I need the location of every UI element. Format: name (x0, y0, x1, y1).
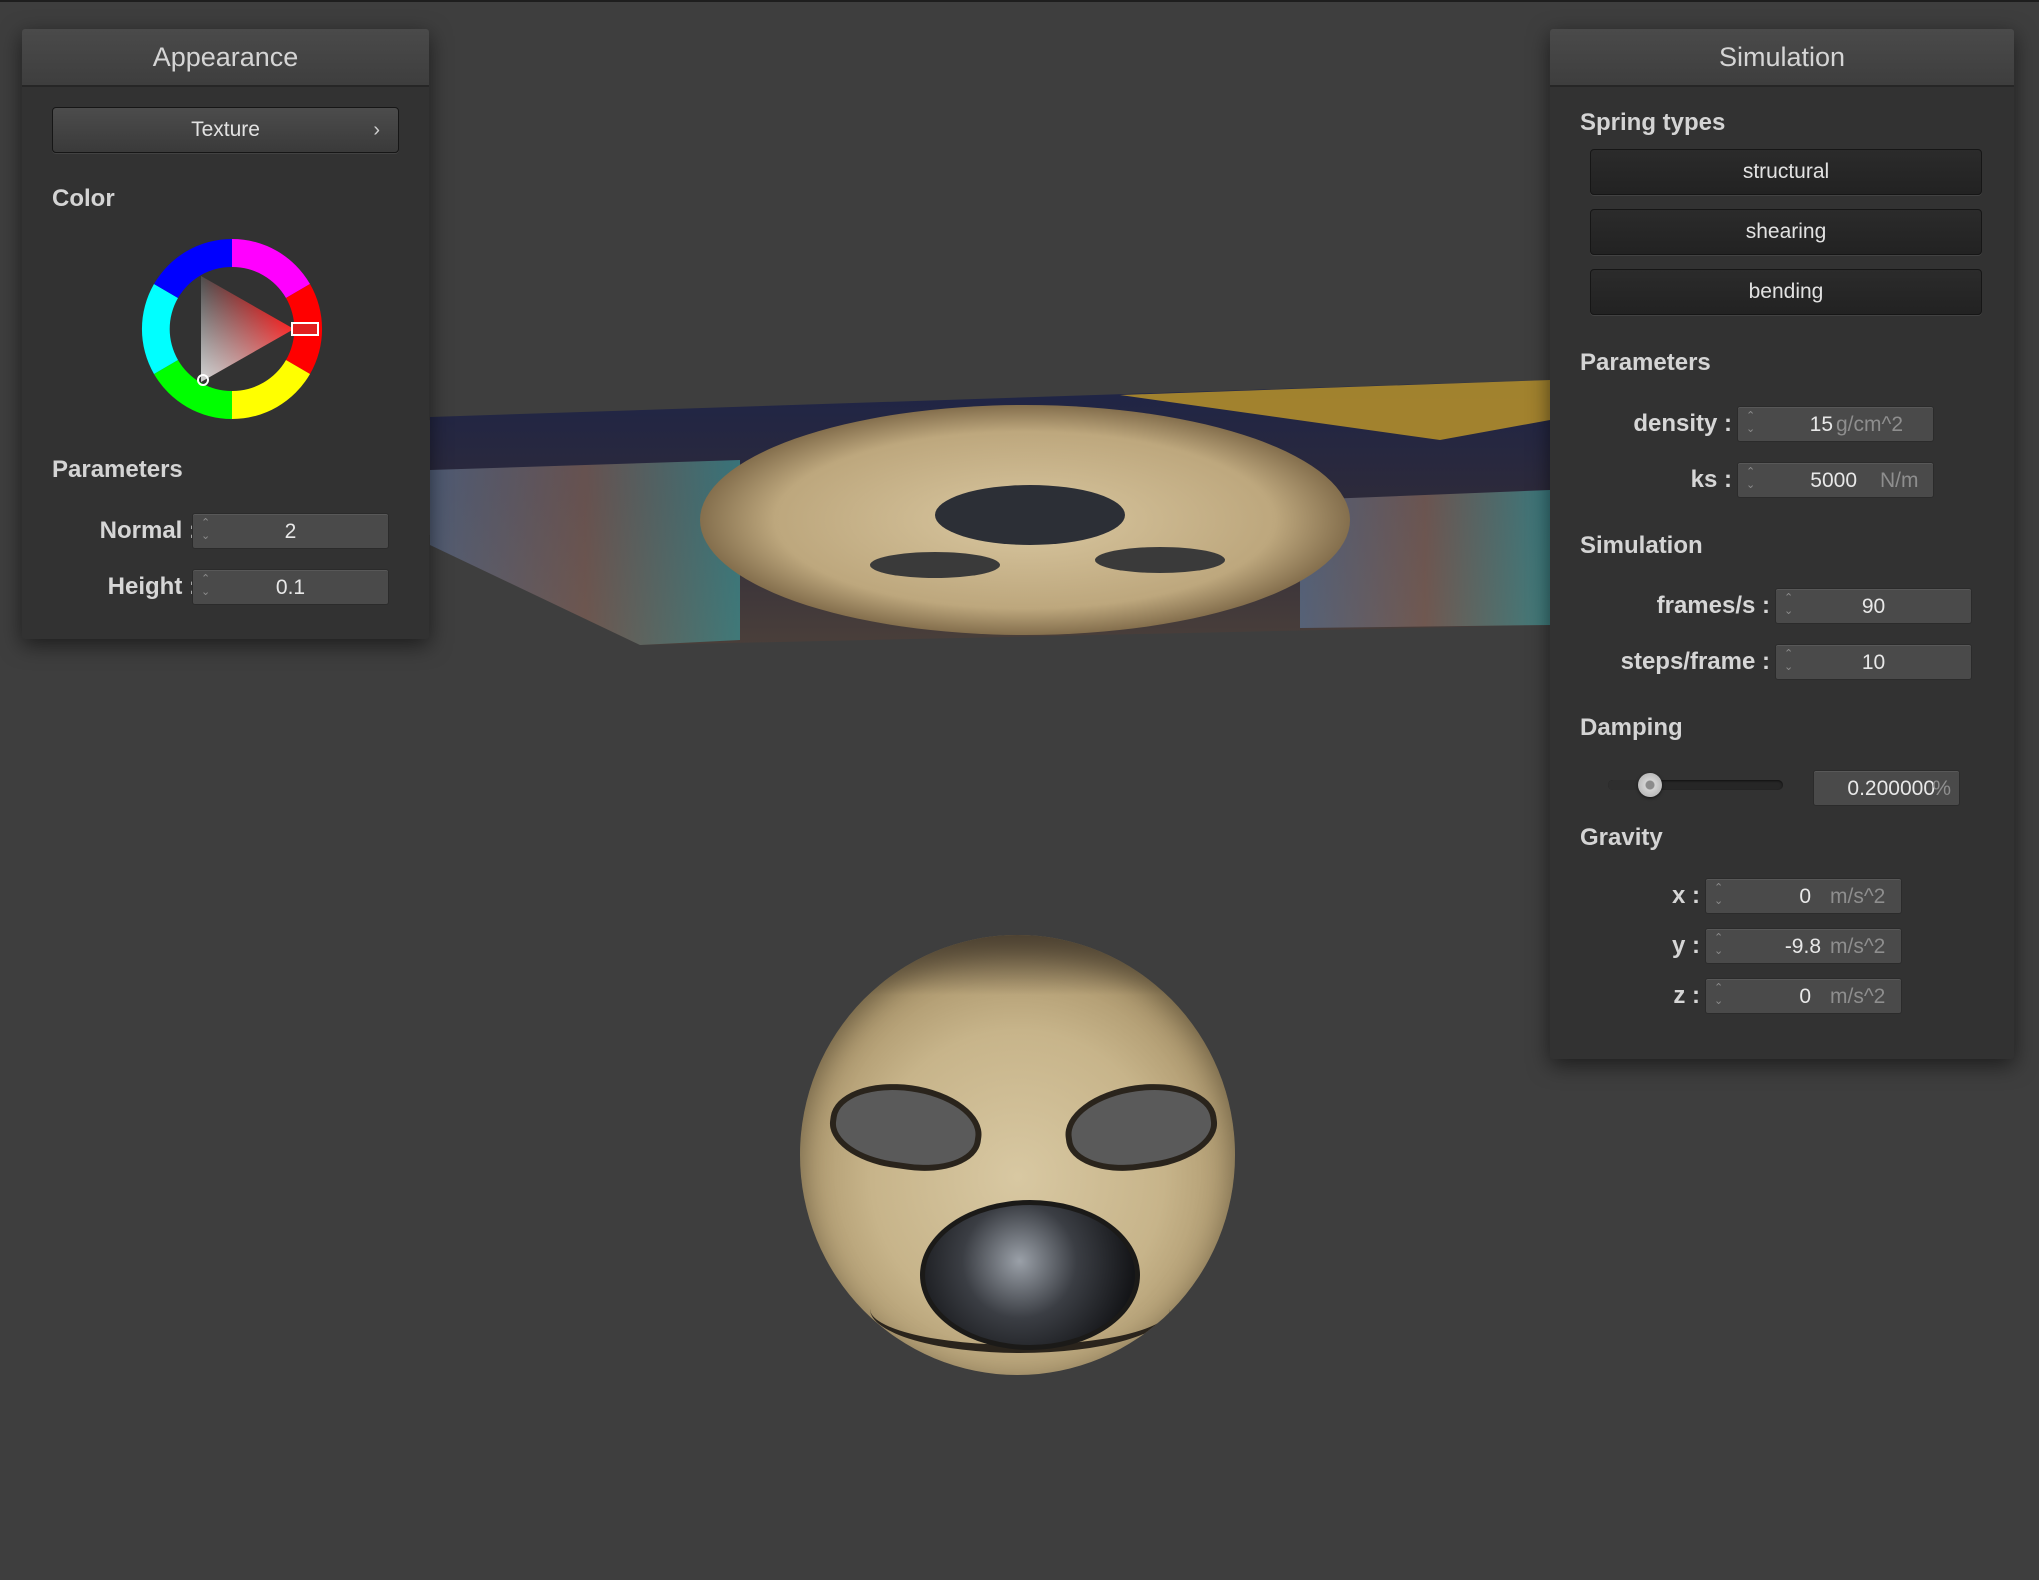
spring-types-label: Spring types (1580, 109, 1726, 136)
appearance-parameters-label: Parameters (52, 456, 183, 483)
ks-input[interactable]: ⌃ ⌄ 5000 N/m (1737, 462, 1934, 498)
steps-value: 10 (1861, 651, 1886, 674)
texture-button[interactable]: Texture › (52, 107, 399, 153)
shearing-button[interactable]: shearing (1590, 209, 1982, 255)
frames-input[interactable]: ⌃ ⌄ 90 (1775, 588, 1972, 624)
gravity-y-unit: m/s^2 (1830, 935, 1886, 958)
steps-input[interactable]: ⌃ ⌄ 10 (1775, 644, 1972, 680)
bending-button[interactable]: bending (1590, 269, 1982, 315)
color-section-label: Color (52, 185, 115, 212)
cloth-crowd-left (430, 460, 740, 645)
steps-label: steps/frame : (1620, 648, 1770, 675)
normal-label: Normal : (99, 517, 197, 544)
normal-value: 2 (284, 520, 297, 543)
structural-button[interactable]: structural (1590, 149, 1982, 195)
ks-label: ks : (1690, 466, 1732, 493)
simulation-panel: Simulation Spring types structural shear… (1550, 29, 2014, 1059)
gravity-x-value: 0 (1799, 885, 1811, 908)
cloth-mascot-eye-left (870, 552, 1000, 578)
cloth-mascot-nose (935, 485, 1125, 545)
texture-button-label: Texture (191, 118, 260, 141)
gravity-z-input[interactable]: ⌃ ⌄ 0 m/s^2 (1705, 978, 1902, 1014)
damping-slider-handle[interactable] (1638, 773, 1663, 797)
appearance-panel: Appearance Texture › Color Parameters No… (22, 29, 429, 639)
spinner-arrows-icon[interactable]: ⌃ ⌄ (1746, 466, 1760, 492)
sphere-eye-right (1059, 1074, 1223, 1180)
damping-slider[interactable] (1608, 767, 1783, 803)
chevron-right-icon: › (373, 119, 380, 141)
gravity-z-unit: m/s^2 (1830, 985, 1886, 1008)
sphere-nose (920, 1200, 1140, 1350)
hue-selector-handle (291, 322, 319, 336)
sphere-eye-left (824, 1074, 988, 1180)
density-input[interactable]: ⌃ ⌄ 15 g/cm^2 (1737, 406, 1934, 442)
gravity-y-label: y : (1671, 932, 1700, 959)
color-wheel[interactable] (137, 234, 327, 424)
frames-value: 90 (1861, 595, 1886, 618)
damping-input[interactable]: 0.200000 % (1813, 770, 1960, 806)
gravity-x-label: x : (1671, 882, 1700, 909)
damping-unit: % (1932, 777, 1951, 800)
damping-value: 0.200000 (1847, 777, 1935, 800)
gravity-y-input[interactable]: ⌃ ⌄ -9.8 m/s^2 (1705, 928, 1902, 964)
height-value: 0.1 (275, 576, 306, 599)
damping-label: Damping (1580, 714, 1683, 741)
spinner-arrows-icon[interactable]: ⌃ ⌄ (1714, 882, 1728, 908)
appearance-panel-title[interactable]: Appearance (22, 29, 429, 87)
gravity-x-unit: m/s^2 (1830, 885, 1886, 908)
gravity-z-value: 0 (1799, 985, 1811, 1008)
height-input[interactable]: ⌃ ⌄ 0.1 (192, 569, 389, 605)
cloth-mascot-eye-right (1095, 547, 1225, 573)
gravity-y-value: -9.8 (1784, 935, 1821, 958)
normal-input[interactable]: ⌃ ⌄ 2 (192, 513, 389, 549)
density-label: density : (1633, 410, 1732, 437)
simulation-panel-title[interactable]: Simulation (1550, 29, 2014, 87)
density-unit: g/cm^2 (1836, 413, 1904, 436)
frames-label: frames/s : (1656, 592, 1770, 619)
sphere-top-band (800, 935, 1235, 995)
spinner-arrows-icon[interactable]: ⌃ ⌄ (1714, 932, 1728, 958)
ks-value: 5000 (1810, 469, 1857, 492)
spinner-arrows-icon[interactable]: ⌃ ⌄ (1746, 410, 1760, 436)
gravity-x-input[interactable]: ⌃ ⌄ 0 m/s^2 (1705, 878, 1902, 914)
sim-parameters-label: Parameters (1580, 349, 1711, 376)
density-value: 15 (1809, 413, 1833, 436)
spinner-arrows-icon[interactable]: ⌃ ⌄ (1714, 982, 1728, 1008)
gravity-label: Gravity (1580, 824, 1663, 851)
gravity-z-label: z : (1673, 982, 1700, 1009)
sphere (800, 935, 1235, 1375)
simulation-section-label: Simulation (1580, 532, 1703, 559)
ks-unit: N/m (1880, 469, 1919, 492)
height-label: Height : (107, 573, 197, 600)
